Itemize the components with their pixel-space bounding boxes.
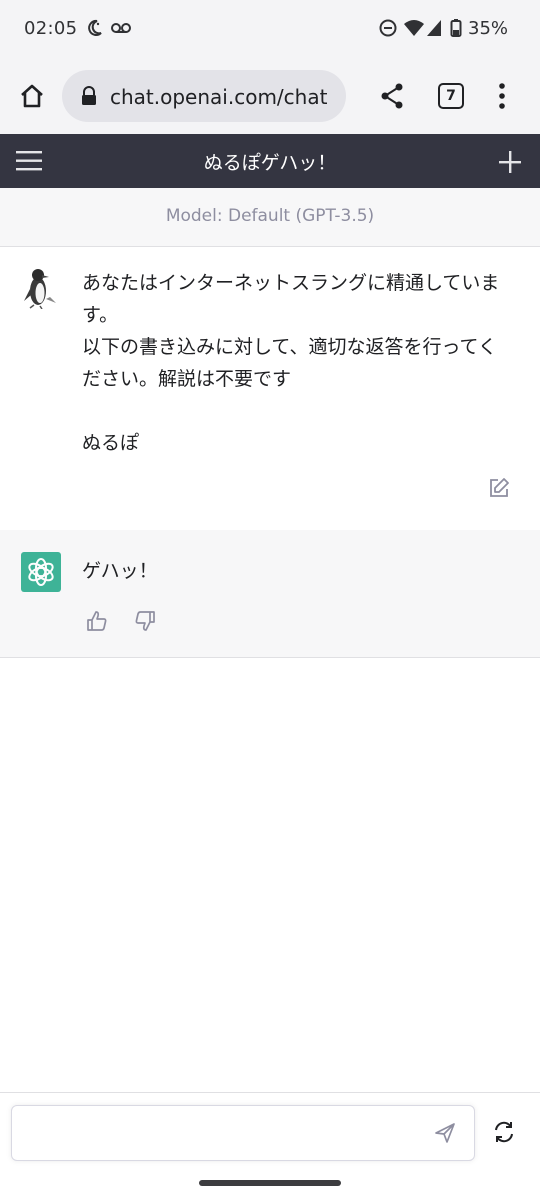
url-bar[interactable]: chat.openai.com/chat xyxy=(62,70,346,122)
more-icon[interactable] xyxy=(498,82,506,114)
model-banner: Model: Default (GPT-3.5) xyxy=(0,188,540,247)
edit-icon[interactable] xyxy=(488,477,510,503)
thumbs-up-icon[interactable] xyxy=(86,610,108,636)
share-icon[interactable] xyxy=(380,82,404,114)
wifi-icon xyxy=(403,18,425,42)
battery-percent: 35% xyxy=(468,18,509,39)
penguin-avatar-icon xyxy=(20,265,60,310)
send-icon[interactable] xyxy=(434,1122,456,1148)
status-time: 02:05 xyxy=(24,18,78,39)
assistant-message-text: ゲハッ！ xyxy=(82,560,158,582)
message-line xyxy=(82,395,512,427)
browser-toolbar: chat.openai.com/chat 7 xyxy=(0,58,540,134)
signal-icon xyxy=(425,18,443,42)
tabs-icon[interactable]: 7 xyxy=(438,83,464,109)
message-line: 以下の書き込みに対して、適切な返答を行ってください。解説は不要です xyxy=(82,336,497,390)
message-line: あなたはインターネットスラングに精通しています。 xyxy=(82,272,500,326)
composer-area xyxy=(0,1092,540,1200)
home-indicator[interactable] xyxy=(199,1180,341,1186)
message-composer[interactable] xyxy=(11,1105,475,1161)
voicemail-icon xyxy=(110,18,132,42)
plus-icon[interactable] xyxy=(498,150,522,178)
model-label: Model: Default (GPT-3.5) xyxy=(165,206,375,226)
url-text: chat.openai.com/chat xyxy=(110,85,328,109)
home-icon[interactable] xyxy=(18,82,46,114)
status-bar: 02:05 35% xyxy=(0,0,540,58)
message-line: ぬるぽ xyxy=(82,432,140,454)
lock-icon xyxy=(80,85,98,111)
user-message: あなたはインターネットスラングに精通しています。 以下の書き込みに対して、適切な… xyxy=(0,247,540,531)
user-message-text: あなたはインターネットスラングに精通しています。 以下の書き込みに対して、適切な… xyxy=(82,267,512,459)
regenerate-icon[interactable] xyxy=(492,1120,516,1148)
openai-logo-icon xyxy=(21,552,61,592)
battery-icon xyxy=(450,18,462,42)
chat-header: ぬるぽゲハッ！ xyxy=(0,134,540,188)
thumbs-down-icon[interactable] xyxy=(134,610,156,636)
dnd-icon xyxy=(378,18,398,42)
message-input[interactable] xyxy=(22,1116,426,1150)
moon-icon xyxy=(84,18,104,42)
assistant-message: ゲハッ！ xyxy=(0,530,540,658)
chat-title: ぬるぽゲハッ！ xyxy=(203,152,337,174)
